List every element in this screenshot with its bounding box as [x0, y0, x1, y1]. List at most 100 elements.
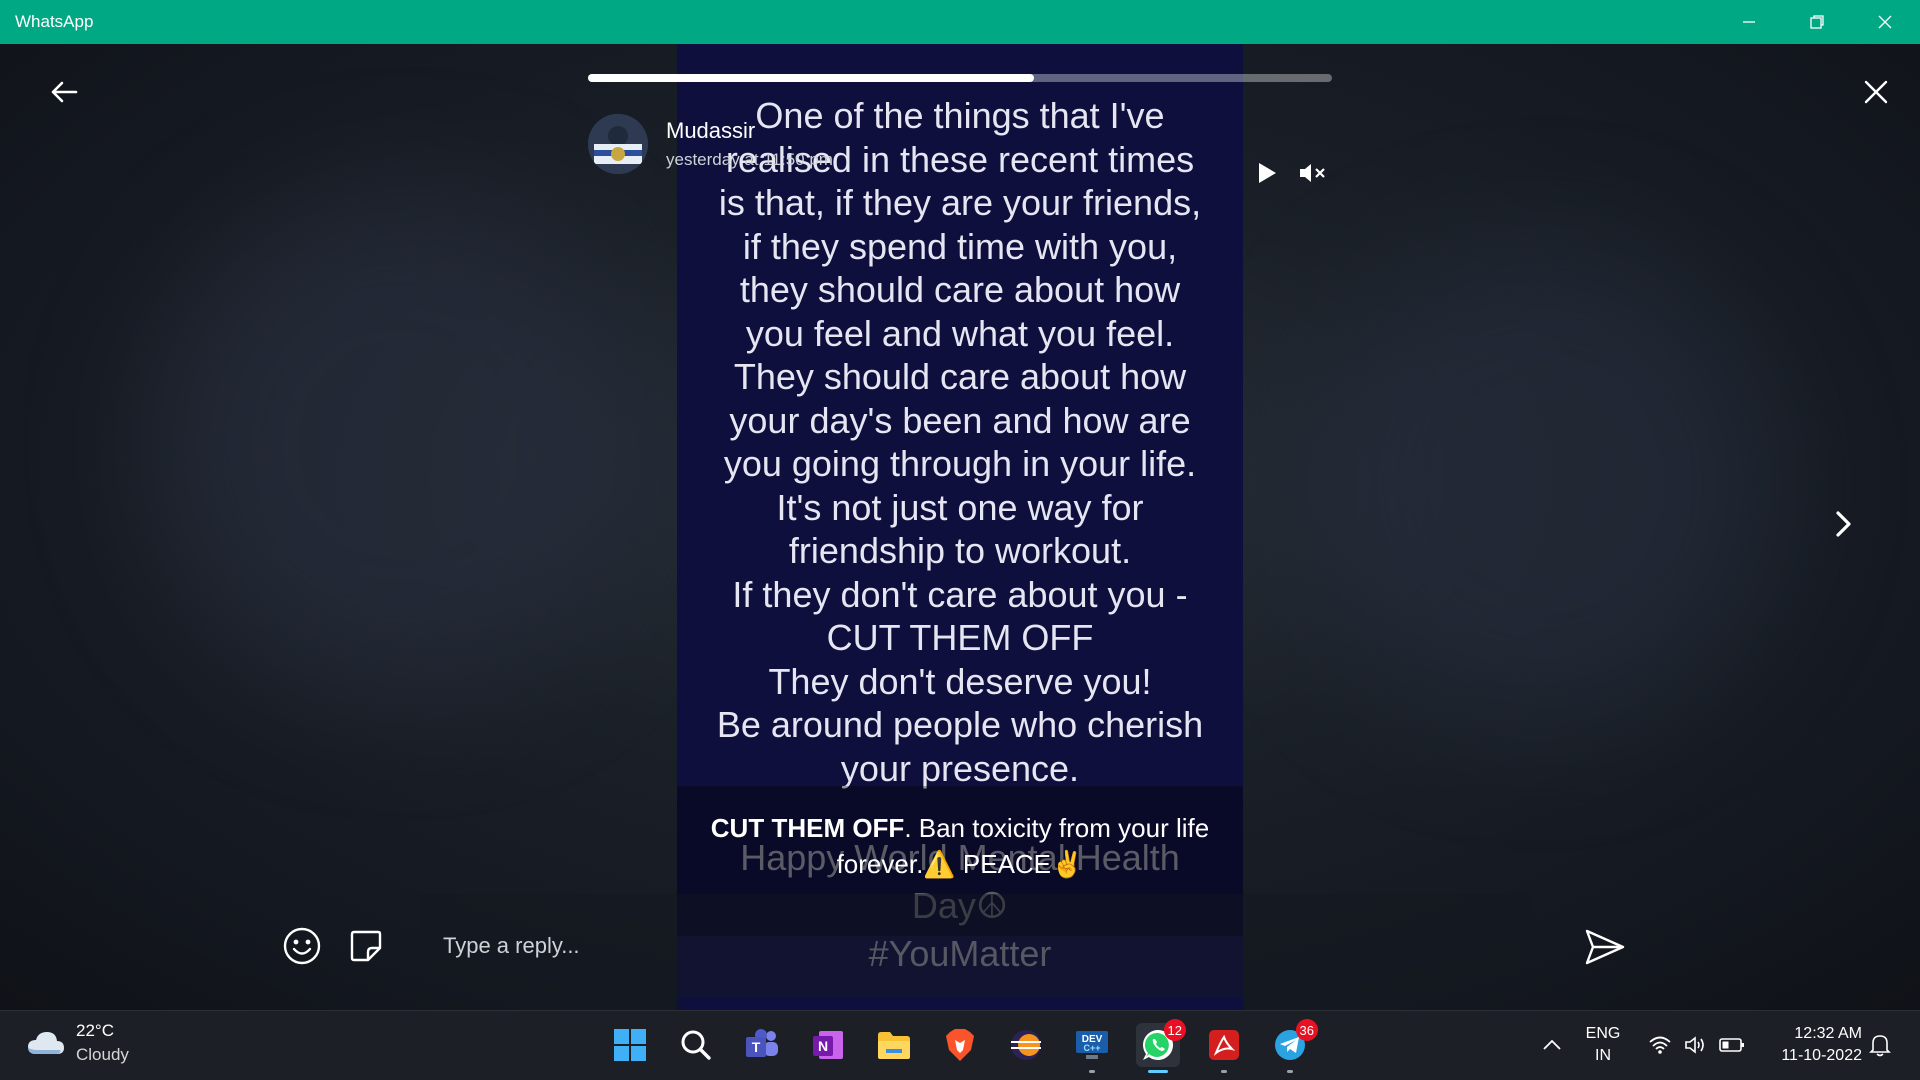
title-bar: WhatsApp — [0, 0, 1920, 44]
status-line: you going through in your life. — [723, 443, 1197, 484]
minimize-icon — [1743, 21, 1755, 23]
taskbar-telegram[interactable]: 36 — [1268, 1019, 1318, 1073]
background-blur — [1300, 244, 1780, 724]
language-code: ENG — [1585, 1025, 1621, 1042]
status-timestamp: yesterday at 11:50 pm — [666, 150, 833, 169]
close-window-button[interactable] — [1852, 0, 1918, 44]
chevron-up-icon — [1543, 1039, 1561, 1050]
speaker-icon — [1685, 1036, 1704, 1054]
taskbar-file-explorer[interactable] — [872, 1023, 916, 1067]
acrobat-icon — [1209, 1030, 1239, 1060]
status-line: you feel and what you feel. — [745, 312, 1175, 354]
show-hidden-icons-button[interactable] — [1532, 1023, 1572, 1067]
weather-condition: Cloudy — [76, 1045, 129, 1064]
back-button[interactable] — [44, 72, 84, 112]
play-icon — [1259, 163, 1276, 183]
avatar[interactable] — [588, 114, 648, 174]
send-icon — [1585, 929, 1625, 965]
restore-button[interactable] — [1784, 0, 1850, 44]
taskbar-onenote[interactable]: N — [806, 1023, 850, 1067]
taskbar-brave[interactable] — [938, 1023, 982, 1067]
status-caption: CUT THEM OFF. Ban toxicity from your lif… — [677, 810, 1243, 882]
clock[interactable]: 12:32 AM 11-10-2022 — [1742, 1023, 1862, 1067]
close-icon — [1878, 15, 1892, 29]
chevron-right-icon — [1836, 511, 1851, 537]
notification-badge: 36 — [1295, 1019, 1318, 1041]
emoji-button[interactable] — [282, 926, 322, 966]
close-icon — [1864, 80, 1888, 104]
sticker-icon — [350, 930, 382, 962]
network-button[interactable] — [1640, 1023, 1680, 1067]
search-button[interactable] — [674, 1023, 718, 1067]
volume-button[interactable] — [1676, 1023, 1716, 1067]
weather-text: 22°C Cloudy — [76, 1021, 129, 1065]
folder-icon — [878, 1032, 910, 1059]
svg-text:C++: C++ — [1083, 1043, 1100, 1053]
active-indicator — [1148, 1070, 1168, 1073]
smiley-icon — [283, 927, 321, 965]
svg-text:T: T — [752, 1039, 761, 1055]
status-line: if they spend time with you, — [742, 225, 1178, 267]
caption-bold: CUT THEM OFF — [710, 813, 905, 843]
taskbar-teams[interactable]: T — [740, 1023, 784, 1067]
mute-button[interactable] — [1296, 158, 1330, 188]
language-indicator[interactable]: ENG IN — [1578, 1023, 1628, 1067]
avatar-image — [588, 114, 648, 174]
status-line: They should care about how — [733, 356, 1187, 397]
status-line: your presence. — [840, 747, 1080, 789]
weather-widget[interactable]: 22°C Cloudy — [26, 1021, 129, 1065]
status-progress-bar — [588, 74, 1332, 82]
onenote-icon: N — [813, 1031, 843, 1059]
cloud-icon — [28, 1032, 64, 1054]
play-button[interactable] — [1252, 158, 1282, 188]
background-blur — [150, 194, 650, 694]
status-line: friendship to workout. — [788, 530, 1132, 571]
taskbar-whatsapp[interactable]: 12 — [1136, 1019, 1186, 1073]
eclipse-icon — [1011, 1030, 1041, 1060]
arrow-left-icon — [51, 81, 78, 103]
brave-icon — [946, 1029, 974, 1061]
taskbar-devcpp[interactable]: DEV C++ — [1070, 1023, 1114, 1073]
status-line: Be around people who cherish — [716, 704, 1204, 745]
next-status-button[interactable] — [1824, 504, 1864, 544]
status-line: is that, if they are your friends, — [718, 182, 1202, 223]
status-line: If they don't care about you - — [732, 573, 1188, 615]
taskbar: 22°C Cloudy T N DEV C++ 12 36 ENG IN 12:… — [0, 1010, 1920, 1080]
reply-input[interactable] — [443, 928, 1343, 964]
status-progress-fill — [588, 74, 1035, 82]
start-button[interactable] — [608, 1023, 652, 1067]
notification-bell-icon — [1869, 1035, 1891, 1057]
minimize-button[interactable] — [1716, 0, 1782, 44]
send-button[interactable] — [1582, 924, 1628, 970]
status-text: One of the things that I've realised in … — [677, 94, 1243, 790]
search-icon — [681, 1030, 711, 1060]
reply-bar — [260, 894, 1660, 998]
taskbar-eclipse[interactable] — [1004, 1023, 1048, 1067]
teams-icon: T — [746, 1029, 778, 1057]
status-user-name: Mudassir — [666, 118, 756, 143]
notification-center-button[interactable] — [1862, 1023, 1898, 1067]
wifi-icon — [1649, 1036, 1671, 1054]
weather-temp: 22°C — [76, 1021, 114, 1040]
svg-text:N: N — [818, 1038, 828, 1054]
windows-icon — [614, 1029, 646, 1061]
restore-icon — [1810, 15, 1824, 29]
running-indicator — [1089, 1070, 1095, 1073]
taskbar-acrobat[interactable] — [1202, 1023, 1246, 1073]
notification-badge: 12 — [1163, 1019, 1186, 1041]
status-line: It's not just one way for — [776, 486, 1144, 528]
status-line: CUT THEM OFF — [826, 617, 1094, 658]
speaker-muted-icon — [1300, 164, 1325, 182]
region-code: IN — [1595, 1047, 1611, 1064]
running-indicator — [1221, 1070, 1227, 1073]
status-user-meta: Mudassir yesterday at 11:50 pm — [666, 118, 833, 170]
status-viewer: One of the things that I've realised in … — [0, 44, 1920, 1010]
sticker-button[interactable] — [346, 926, 386, 966]
status-header[interactable]: Mudassir yesterday at 11:50 pm — [588, 112, 833, 176]
close-status-button[interactable] — [1856, 72, 1896, 112]
running-indicator — [1287, 1070, 1293, 1073]
app-title: WhatsApp — [15, 12, 94, 31]
status-line: They don't deserve you! — [768, 660, 1152, 702]
status-line: they should care about how — [739, 269, 1181, 310]
devcpp-icon: DEVC++ — [1076, 1031, 1108, 1059]
